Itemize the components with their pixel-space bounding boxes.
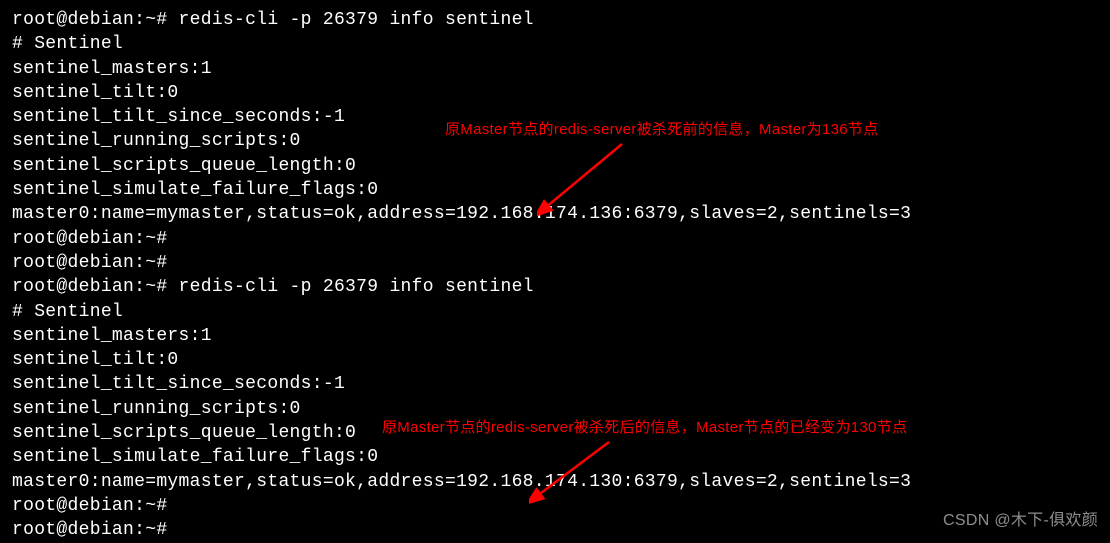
empty-prompt: root@debian:~# bbox=[12, 251, 1098, 275]
output-line: sentinel_tilt:0 bbox=[12, 348, 1098, 372]
output-line: sentinel_masters:1 bbox=[12, 57, 1098, 81]
watermark: CSDN @木下-俱欢颜 bbox=[943, 510, 1098, 532]
sentinel-header-1: # Sentinel bbox=[12, 32, 1098, 56]
empty-prompt: root@debian:~# bbox=[12, 227, 1098, 251]
arrow-icon bbox=[537, 142, 637, 222]
empty-prompt: root@debian:~# bbox=[12, 518, 1098, 542]
output-line: sentinel_tilt:0 bbox=[12, 81, 1098, 105]
prompt-line-1: root@debian:~# redis-cli -p 26379 info s… bbox=[12, 8, 1098, 32]
arrow-icon bbox=[529, 440, 629, 510]
output-line: sentinel_masters:1 bbox=[12, 324, 1098, 348]
annotation-after-kill: 原Master节点的redis-server被杀死后的信息，Master节点的已… bbox=[382, 418, 907, 438]
output-line: sentinel_tilt_since_seconds:-1 bbox=[12, 372, 1098, 396]
prompt-line-2: root@debian:~# redis-cli -p 26379 info s… bbox=[12, 275, 1098, 299]
sentinel-header-2: # Sentinel bbox=[12, 300, 1098, 324]
annotation-before-kill: 原Master节点的redis-server被杀死前的信息，Master为136… bbox=[445, 120, 879, 140]
